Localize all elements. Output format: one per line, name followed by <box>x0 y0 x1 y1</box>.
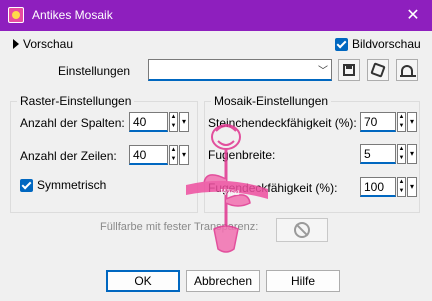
stone-opacity-label: Steinchendeckfähigkeit (%): <box>208 116 357 130</box>
settings-combobox[interactable]: ﹀ <box>148 59 332 81</box>
dice-icon <box>370 62 386 78</box>
joint-opacity-label: Fugendeckfähigkeit (%): <box>208 181 338 195</box>
ok-button[interactable]: OK <box>106 270 180 292</box>
rows-spinner[interactable]: 40 ▲ ▼ ▾ <box>129 145 189 165</box>
symmetric-label: Symmetrisch <box>37 178 107 192</box>
stone-opacity-input[interactable]: 70 <box>360 112 396 132</box>
fill-color-button <box>276 218 328 242</box>
reset-button[interactable] <box>396 59 418 81</box>
columns-stepper[interactable]: ▲ ▼ <box>169 112 178 132</box>
joint-opacity-stepper[interactable]: ▲ ▼ <box>397 177 406 197</box>
rows-stepper[interactable]: ▲ ▼ <box>169 145 178 165</box>
joint-width-input[interactable]: 5 <box>360 144 396 164</box>
mosaic-group-title: Mosaik-Einstellungen <box>211 94 332 108</box>
columns-label: Anzahl der Spalten: <box>20 116 125 130</box>
rows-dropdown-icon[interactable]: ▾ <box>179 145 189 165</box>
rows-input[interactable]: 40 <box>129 145 168 165</box>
raster-group-title: Raster-Einstellungen <box>17 94 135 108</box>
reset-icon <box>400 65 416 77</box>
joint-opacity-dropdown-icon[interactable]: ▾ <box>407 177 417 197</box>
stone-opacity-dropdown-icon[interactable]: ▾ <box>407 112 417 132</box>
checkbox-checked-icon[interactable] <box>335 37 348 51</box>
expand-triangle-icon <box>13 39 19 49</box>
bildvorschau-checkbox[interactable]: Bildvorschau <box>335 37 421 51</box>
cancel-button[interactable]: Abbrechen <box>186 270 260 292</box>
fill-color-label: Füllfarbe mit fester Transparenz: <box>100 221 259 233</box>
help-button[interactable]: Hilfe <box>266 270 340 292</box>
save-icon <box>343 64 355 76</box>
joint-width-dropdown-icon[interactable]: ▾ <box>407 144 417 164</box>
close-button[interactable]: ✕ <box>402 5 424 27</box>
joint-width-label: Fugenbreite: <box>208 148 276 162</box>
stone-opacity-spinner[interactable]: 70 ▲ ▼ ▾ <box>360 112 417 132</box>
checkbox-checked-icon[interactable] <box>20 178 33 192</box>
title-bar: Antikes Mosaik ✕ <box>0 0 432 31</box>
settings-label: Einstellungen <box>58 64 131 78</box>
preview-toggle[interactable]: Vorschau <box>13 37 73 51</box>
joint-width-stepper[interactable]: ▲ ▼ <box>397 144 406 164</box>
rows-label: Anzahl der Zeilen: <box>20 149 117 163</box>
symmetric-checkbox[interactable]: Symmetrisch <box>20 178 106 192</box>
dialog-body: Vorschau Bildvorschau Einstellungen ﹀ Ra… <box>0 31 432 301</box>
joint-opacity-input[interactable]: 100 <box>360 177 396 197</box>
columns-spinner[interactable]: 40 ▲ ▼ ▾ <box>129 112 189 132</box>
joint-opacity-spinner[interactable]: 100 ▲ ▼ ▾ <box>360 177 417 197</box>
window-title: Antikes Mosaik <box>32 8 113 22</box>
bildvorschau-label: Bildvorschau <box>352 37 421 51</box>
columns-input[interactable]: 40 <box>129 112 168 132</box>
preview-label: Vorschau <box>23 37 74 51</box>
no-entry-icon <box>294 222 310 238</box>
app-icon <box>8 7 24 23</box>
columns-dropdown-icon[interactable]: ▾ <box>179 112 189 132</box>
randomize-button[interactable] <box>367 59 389 81</box>
chevron-down-icon[interactable]: ﹀ <box>318 62 328 77</box>
save-preset-button[interactable] <box>338 59 360 81</box>
stone-opacity-stepper[interactable]: ▲ ▼ <box>397 112 406 132</box>
joint-width-spinner[interactable]: 5 ▲ ▼ ▾ <box>360 144 417 164</box>
